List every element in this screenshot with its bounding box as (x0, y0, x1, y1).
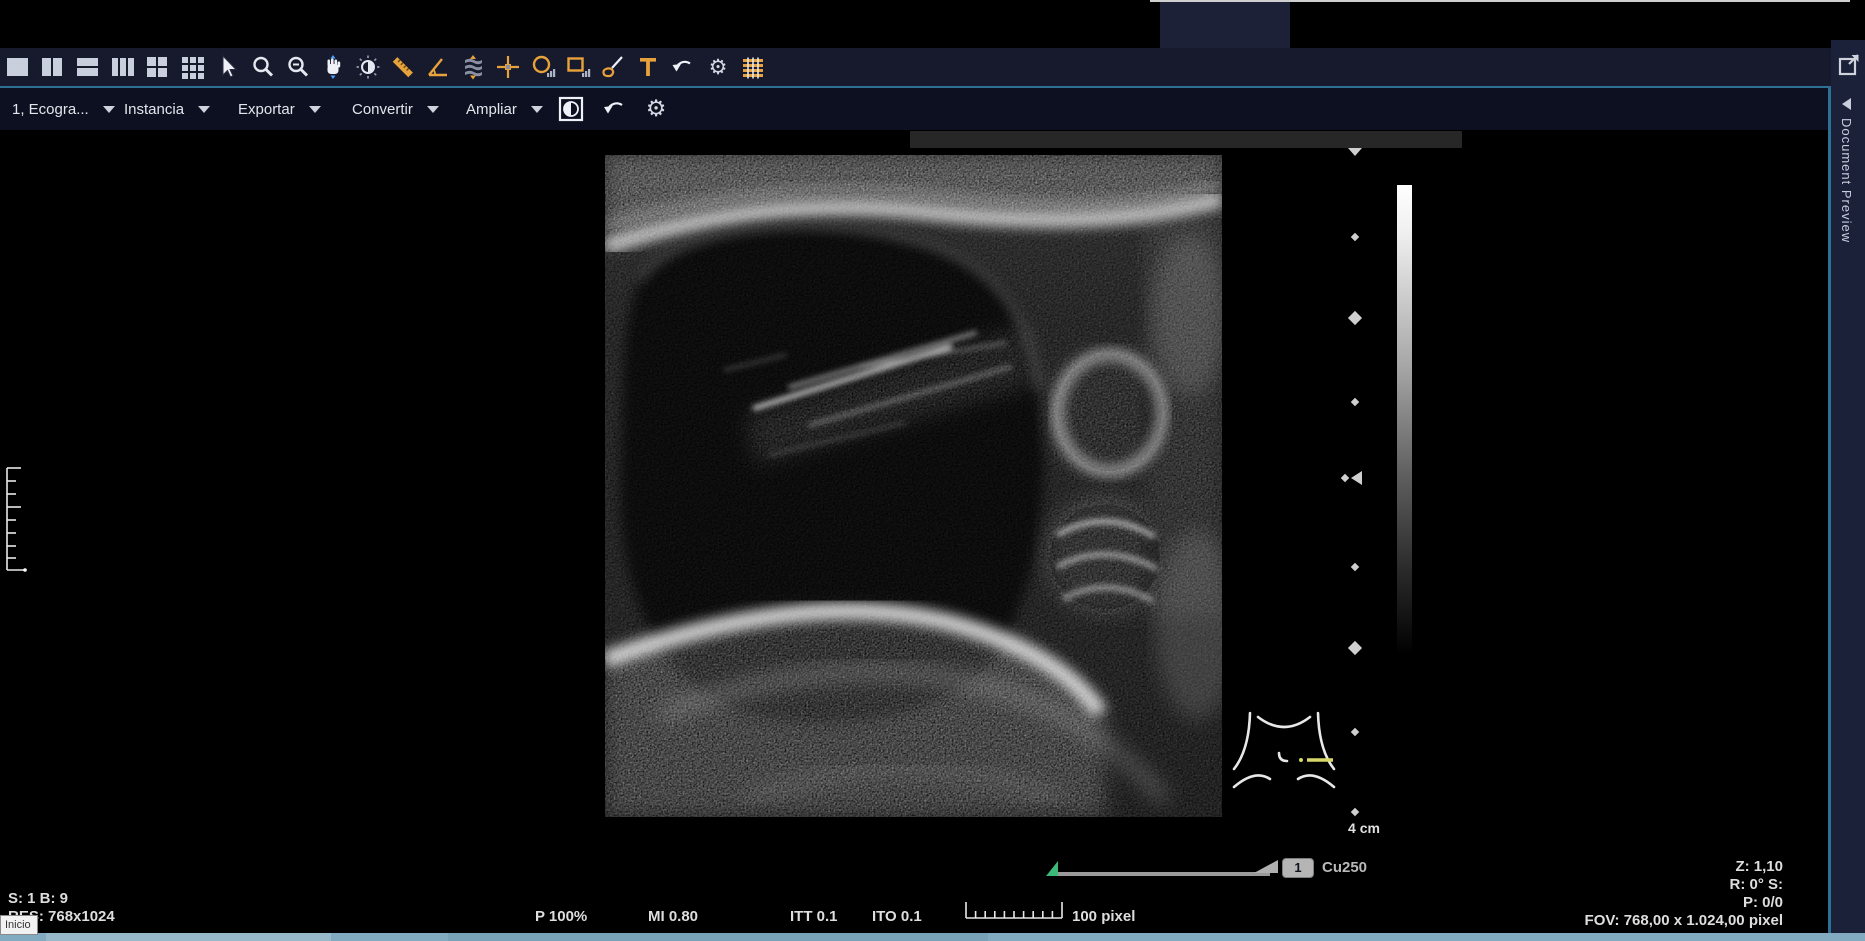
pixel-ruler-label: 100 pixel (1072, 908, 1135, 925)
crosshair-icon[interactable] (494, 52, 522, 82)
preset-label: Cu250 (1322, 859, 1367, 876)
menu-ampliar[interactable]: Ampliar (466, 88, 543, 130)
open-new-window-button[interactable] (1832, 48, 1865, 82)
layout-2col-icon[interactable] (39, 52, 67, 82)
ultrasound-image[interactable] (605, 155, 1222, 817)
inicio-tooltip: Inicio (0, 915, 38, 935)
stack-align-icon[interactable] (459, 52, 487, 82)
document-preview-title: Document Preview (1839, 118, 1854, 243)
rect-roi-icon[interactable] (564, 52, 592, 82)
layout-3col-icon[interactable] (109, 52, 137, 82)
taskbar-segment (448, 933, 988, 941)
grayscale-bar (1397, 185, 1412, 655)
layout-3x3-icon[interactable] (179, 52, 207, 82)
angle-icon[interactable] (424, 52, 452, 82)
pointer-icon[interactable] (214, 52, 242, 82)
bodymark-neck-icon (1225, 705, 1343, 803)
status-ito: ITO 0.1 (872, 908, 922, 925)
hanging-protocol-icon[interactable] (739, 52, 767, 82)
main-toolbar: ⚙ (0, 48, 1833, 86)
pixel-ruler-icon (965, 898, 1065, 920)
chevron-down-icon (198, 106, 210, 113)
status-slice-info: S: 1 B: 9 (8, 890, 68, 907)
layout-single-icon[interactable] (4, 52, 32, 82)
left-mini-ruler-icon (5, 466, 31, 576)
browser-tab-remnant[interactable] (1160, 2, 1290, 48)
depth-marker-icon (1348, 311, 1362, 325)
depth-marker-icon (1351, 728, 1359, 736)
undo-icon[interactable] (669, 52, 697, 82)
settings-gear-icon[interactable]: ⚙ (641, 95, 671, 123)
status-itt: ITT 0.1 (790, 908, 838, 925)
status-zoom-factor: Z: 1,10 (1735, 858, 1783, 876)
taskbar-segment (46, 933, 331, 941)
freehand-draw-icon[interactable] (599, 52, 627, 82)
collapse-left-icon[interactable] (1842, 98, 1851, 110)
depth-marker-icon (1351, 808, 1359, 816)
image-viewport[interactable]: 4 cm 1 Cu250 S: 1 B: 9 RES: (0, 130, 1828, 933)
chevron-down-icon (531, 106, 543, 113)
layout-2row-icon[interactable] (74, 52, 102, 82)
depth-marker-icon (1348, 641, 1362, 655)
depth-label: 4 cm (1340, 820, 1388, 836)
chevron-down-icon (103, 106, 115, 113)
cine-track[interactable] (1058, 872, 1270, 876)
chevron-down-icon (309, 106, 321, 113)
status-zoom-percent: P 100% (535, 908, 587, 925)
taskbar[interactable] (0, 933, 1865, 941)
frame-number-chip[interactable]: 1 (1282, 858, 1314, 878)
status-rotation: R: 0° S: (1729, 876, 1783, 894)
cine-position-marker-icon[interactable] (1254, 860, 1280, 876)
settings-gear-icon[interactable]: ⚙ (704, 52, 732, 82)
menu-convertir[interactable]: Convertir (352, 88, 439, 130)
ruler-icon[interactable] (389, 52, 417, 82)
series-menubar: 1, Ecogra... Instancia Exportar Converti… (0, 86, 1830, 130)
status-fov: FOV: 768,00 x 1.024,00 pixel (1585, 912, 1783, 930)
cine-bar: 1 Cu250 (1042, 858, 1382, 882)
undo-icon[interactable] (600, 95, 630, 123)
zoom-in-icon[interactable] (249, 52, 277, 82)
window-top-strip (0, 0, 1865, 48)
depth-marker-icon (1351, 233, 1359, 241)
text-tool-icon[interactable] (634, 52, 662, 82)
menu-instancia[interactable]: Instancia (124, 88, 210, 130)
depth-marker-icon (1351, 563, 1359, 571)
depth-marker-icon (1351, 398, 1359, 406)
layout-2x2-icon[interactable] (144, 52, 172, 82)
chevron-down-icon (427, 106, 439, 113)
pan-hand-icon[interactable] (319, 52, 347, 82)
zoom-out-icon[interactable] (284, 52, 312, 82)
window-level-icon[interactable] (354, 52, 382, 82)
document-preview-panel[interactable]: Document Preview (1831, 40, 1865, 941)
invert-contrast-icon[interactable] (556, 95, 586, 123)
depth-marker-top-icon (1348, 148, 1362, 156)
status-mi: MI 0.80 (648, 908, 698, 925)
menu-series[interactable]: 1, Ecogra... (12, 88, 115, 130)
status-position: P: 0/0 (1743, 894, 1783, 912)
external-link-icon (1836, 52, 1862, 78)
ellipse-roi-icon[interactable] (529, 52, 557, 82)
menu-exportar[interactable]: Exportar (238, 88, 321, 130)
dicom-viewer-window: ⚙ 1, Ecogra... Instancia Exportar Conver… (0, 0, 1865, 941)
